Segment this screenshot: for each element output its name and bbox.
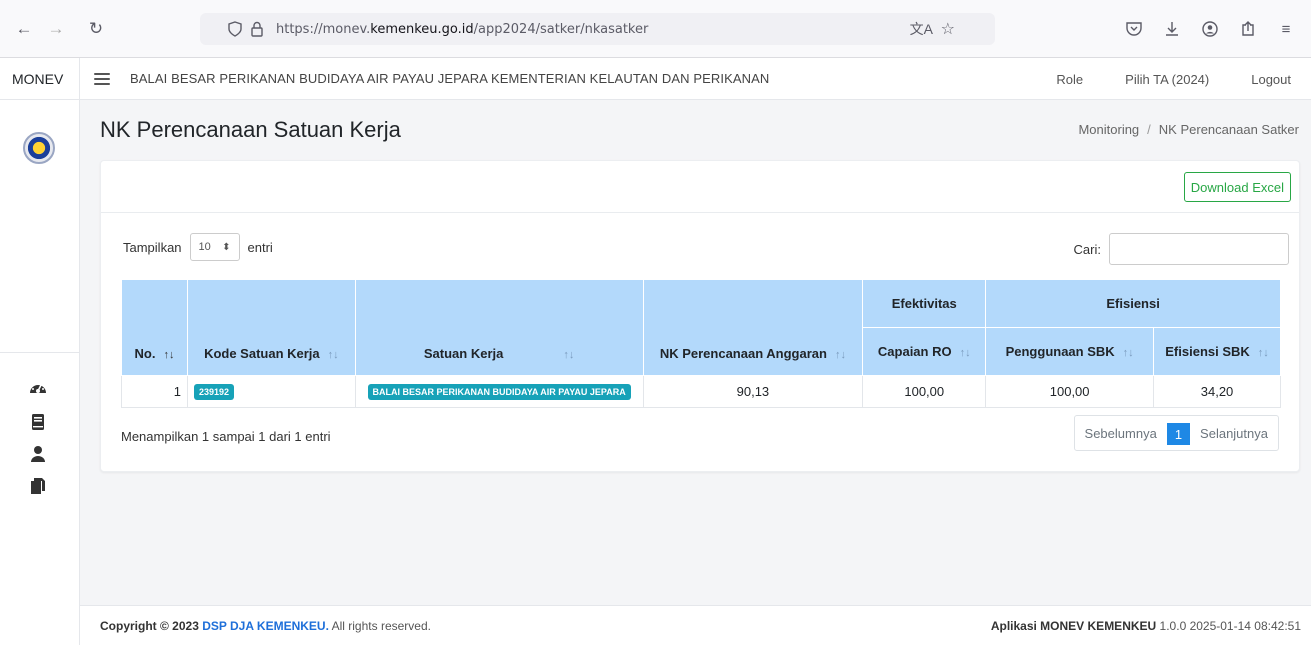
table-row: 1 239192 BALAI BESAR PERIKANAN BUDIDAYA … [121, 375, 1281, 408]
search-label: Cari: [1073, 241, 1101, 257]
back-arrow-icon[interactable]: ← [10, 15, 38, 43]
book-icon[interactable] [28, 412, 48, 432]
hamburger-icon[interactable] [94, 72, 110, 85]
data-card: Download Excel Tampilkan 10 ⬍ entri Cari:… [100, 160, 1300, 472]
sort-desc-icon: ↑↓ [163, 349, 175, 361]
sort-icon: ↑↓ [1122, 347, 1134, 359]
menu-icon[interactable]: ≡ [1267, 21, 1305, 38]
app-header: MONEV BALAI BESAR PERIKANAN BUDIDAYA AIR… [0, 57, 1311, 100]
kode-badge[interactable]: 239192 [193, 384, 234, 400]
download-icon[interactable] [1153, 21, 1191, 37]
account-icon[interactable] [1191, 21, 1229, 37]
lock-icon [251, 21, 263, 37]
main-content: NK Perencanaan Satuan Kerja Monitoring / N… [80, 100, 1311, 645]
col-no[interactable]: No. ↑↓ [121, 279, 188, 376]
sort-icon: ↑↓ [1257, 347, 1269, 359]
group-efektivitas: Efektivitas [862, 279, 987, 328]
copy-icon[interactable] [28, 476, 48, 496]
url-text: https://monev.kemenkeu.go.id/app2024/sat… [276, 21, 649, 37]
brand[interactable]: MONEV [0, 57, 80, 100]
sort-icon: ↑↓ [563, 349, 575, 361]
url-bar[interactable]: https://monev.kemenkeu.go.id/app2024/sat… [200, 13, 995, 45]
select-arrows-icon: ⬍ [222, 241, 231, 253]
sort-icon: ↑↓ [959, 347, 971, 359]
search-input[interactable] [1109, 233, 1289, 265]
bookmark-star-icon[interactable]: ☆ [941, 19, 955, 39]
cell-no: 1 [121, 375, 188, 408]
footer: Copyright © 2023 DSP DJA KEMENKEU. All r… [80, 605, 1311, 645]
browser-toolbar: ← → ↻ https://monev.kemenkeu.go.id/app20… [0, 0, 1311, 58]
shield-icon [228, 21, 242, 37]
pocket-icon[interactable] [1115, 22, 1153, 36]
app-version: Aplikasi MONEV KEMENKEU 1.0.0 2025-01-14… [990, 618, 1301, 633]
next-page-button[interactable]: Selanjutnya [1190, 416, 1278, 450]
cell-efisiensi: 34,20 [1153, 375, 1281, 408]
pagination: Sebelumnya 1 Selanjutnya [1073, 415, 1279, 451]
group-efisiensi: Efisiensi [985, 279, 1281, 328]
dsp-link[interactable]: DSP DJA KEMENKEU. [202, 619, 329, 633]
col-satker[interactable]: Satuan Kerja ↑↓ [354, 279, 644, 376]
sidebar [0, 100, 80, 645]
entries-select[interactable]: 10 ⬍ [189, 233, 240, 261]
logo[interactable] [23, 132, 55, 164]
download-excel-button[interactable]: Download Excel [1183, 172, 1291, 202]
pilih-ta-link[interactable]: Pilih TA (2024) [1125, 72, 1209, 87]
sort-icon: ↑↓ [327, 349, 339, 361]
cell-nk: 90,13 [642, 375, 864, 408]
entries-label: entri [247, 239, 273, 255]
page-1-button[interactable]: 1 [1166, 423, 1191, 445]
breadcrumb: Monitoring / NK Perencanaan Satker [1078, 122, 1299, 137]
translate-icon[interactable]: 文A [910, 19, 933, 39]
role-link[interactable]: Role [1056, 72, 1083, 87]
cell-capaian: 100,00 [862, 375, 987, 408]
col-efisiensi[interactable]: Efisiensi SBK ↑↓ [1153, 327, 1281, 376]
breadcrumb-monitoring[interactable]: Monitoring [1078, 122, 1139, 137]
col-kode[interactable]: Kode Satuan Kerja ↑↓ [186, 279, 356, 376]
logout-link[interactable]: Logout [1251, 72, 1291, 87]
cell-penggunaan: 100,00 [985, 375, 1155, 408]
col-capaian[interactable]: Capaian RO ↑↓ [862, 327, 987, 376]
share-icon[interactable] [1229, 21, 1267, 37]
reload-icon[interactable]: ↻ [82, 15, 110, 43]
cell-satker: BALAI BESAR PERIKANAN BUDIDAYA AIR PAYAU… [354, 375, 644, 408]
sidebar-divider [0, 352, 80, 353]
org-name: BALAI BESAR PERIKANAN BUDIDAYA AIR PAYAU… [130, 71, 770, 86]
show-label: Tampilkan [123, 239, 182, 255]
sort-icon: ↑↓ [834, 349, 846, 361]
page-title: NK Perencanaan Satuan Kerja [100, 117, 401, 142]
forward-arrow-icon[interactable]: → [42, 15, 70, 43]
breadcrumb-current: NK Perencanaan Satker [1158, 122, 1299, 137]
col-nk[interactable]: NK Perencanaan Anggaran ↑↓ [642, 279, 864, 376]
cell-kode: 239192 [186, 375, 356, 408]
dashboard-icon[interactable] [28, 378, 48, 398]
data-table: No. ↑↓ Kode Satuan Kerja ↑↓ Satuan Kerja ↑↓… [121, 279, 1281, 408]
user-icon[interactable] [28, 444, 48, 464]
table-info: Menampilkan 1 sampai 1 dari 1 entri [121, 429, 331, 444]
copyright: Copyright © 2023 DSP DJA KEMENKEU. All r… [100, 618, 431, 633]
prev-page-button[interactable]: Sebelumnya [1075, 416, 1167, 450]
satker-badge[interactable]: BALAI BESAR PERIKANAN BUDIDAYA AIR PAYAU… [367, 384, 631, 400]
col-penggunaan[interactable]: Penggunaan SBK ↑↓ [985, 327, 1155, 376]
